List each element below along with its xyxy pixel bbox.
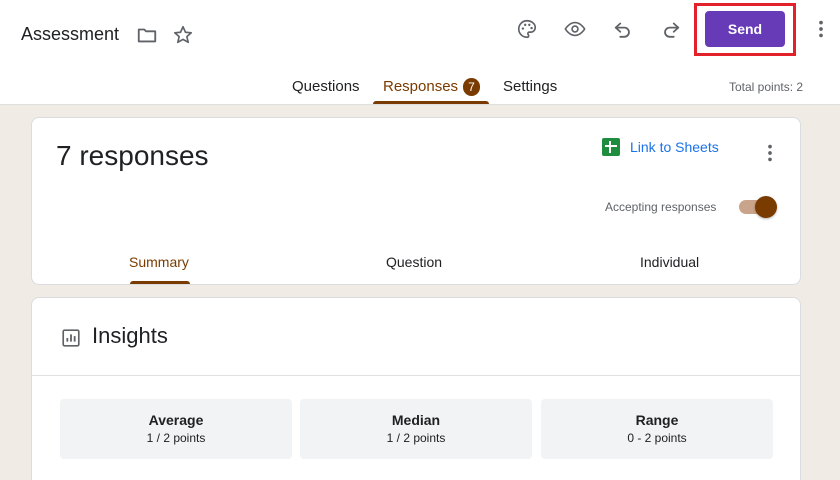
redo-icon[interactable] xyxy=(658,16,684,42)
more-vert-icon[interactable] xyxy=(757,140,783,166)
link-to-sheets-button[interactable]: Link to Sheets xyxy=(602,138,719,156)
responses-count-badge: 7 xyxy=(463,78,480,96)
tab-responses[interactable]: Responses xyxy=(383,78,458,95)
stat-value: 0 - 2 points xyxy=(627,431,687,445)
insights-card: Insights Average 1 / 2 points Median 1 /… xyxy=(31,297,801,480)
responses-count-title: 7 responses xyxy=(56,140,209,171)
stat-value: 1 / 2 points xyxy=(146,431,206,445)
eye-icon[interactable] xyxy=(562,16,588,42)
subtab-question[interactable]: Question xyxy=(386,254,442,270)
stat-range: Range 0 - 2 points xyxy=(541,399,773,459)
tab-settings[interactable]: Settings xyxy=(503,78,557,95)
folder-icon[interactable] xyxy=(134,22,160,48)
total-points: Total points: 2 xyxy=(729,80,804,94)
tab-questions[interactable]: Questions xyxy=(292,78,360,95)
form-title[interactable]: Assessment xyxy=(21,24,119,45)
more-vert-icon[interactable] xyxy=(808,16,834,42)
stat-label: Average xyxy=(148,412,204,428)
subtab-individual[interactable]: Individual xyxy=(640,254,699,270)
stat-average: Average 1 / 2 points xyxy=(60,399,292,459)
active-subtab-indicator xyxy=(130,281,190,284)
send-button[interactable]: Send xyxy=(705,11,785,47)
link-to-sheets-label: Link to Sheets xyxy=(630,139,719,155)
palette-icon[interactable] xyxy=(514,16,540,42)
responses-card: 7 responses Link to Sheets Accepting res… xyxy=(31,117,801,285)
sheets-icon xyxy=(602,138,620,156)
top-bar: Assessment Send Questions Responses 7 Se… xyxy=(0,0,840,105)
divider xyxy=(32,375,800,376)
accepting-responses-label: Accepting responses xyxy=(605,200,717,214)
stat-value: 1 / 2 points xyxy=(386,431,446,445)
undo-icon[interactable] xyxy=(610,16,636,42)
stat-label: Range xyxy=(635,412,679,428)
stat-median: Median 1 / 2 points xyxy=(300,399,532,459)
insights-chart-icon xyxy=(58,325,84,351)
stat-label: Median xyxy=(391,412,441,428)
insights-title: Insights xyxy=(92,323,168,348)
subtab-summary[interactable]: Summary xyxy=(129,254,189,270)
active-tab-indicator xyxy=(373,101,489,104)
star-icon[interactable] xyxy=(170,22,196,48)
toggle-knob[interactable] xyxy=(755,196,777,218)
